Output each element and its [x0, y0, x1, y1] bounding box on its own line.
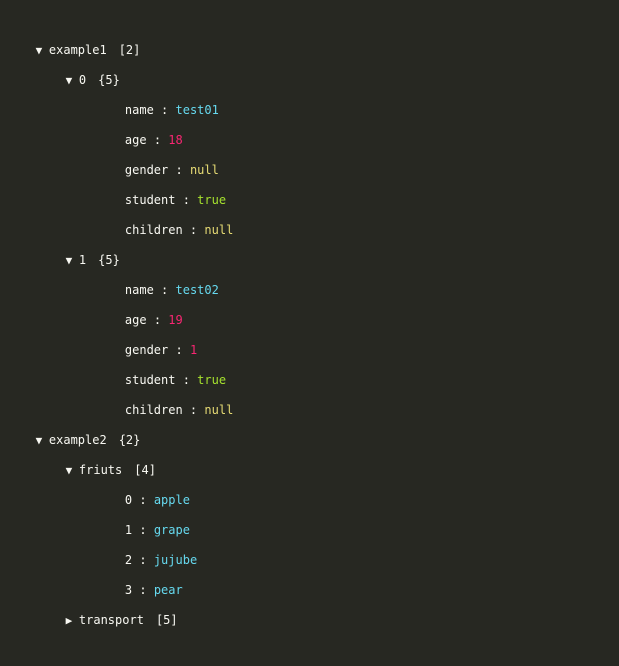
tree-node-example2[interactable]: ▼ example2 {2}: [0, 395, 619, 447]
tree-leaf: 3 : pear: [0, 545, 619, 597]
tree-node-example1-0[interactable]: ▼ 0 {5}: [0, 35, 619, 87]
tree-node-friuts[interactable]: ▼ friuts [4]: [0, 425, 619, 477]
tree-leaf: age : 19: [0, 275, 619, 327]
tree-leaf: children : null: [0, 185, 619, 237]
node-key: transport: [78, 613, 144, 627]
tree-leaf: age : 18: [0, 95, 619, 147]
tree-leaf: 2 : jujube: [0, 515, 619, 567]
tree-node-example1[interactable]: ▼ example1 [2]: [0, 5, 619, 57]
tree-leaf: gender : null: [0, 125, 619, 177]
tree-node-example1-1[interactable]: ▼ 1 {5}: [0, 215, 619, 267]
tree-leaf: children : null: [0, 365, 619, 417]
tree-leaf: student : true: [0, 155, 619, 207]
tree-leaf: 0 : apple: [0, 455, 619, 507]
tree-leaf: name : test01: [0, 65, 619, 117]
tree-leaf: student : true: [0, 335, 619, 387]
collapse-toggle-icon[interactable]: ▶: [59, 606, 79, 636]
json-tree-viewer: ▼ example1 [2] ▼ 0 {5} name : test01 age : 1…: [0, 5, 619, 627]
tree-leaf: name : test02: [0, 245, 619, 297]
node-count: [5]: [155, 613, 178, 627]
tree-leaf: 1 : grape: [0, 485, 619, 537]
tree-leaf: gender : 1: [0, 305, 619, 357]
tree-node-transport[interactable]: ▶ transport [5]: [0, 575, 619, 627]
